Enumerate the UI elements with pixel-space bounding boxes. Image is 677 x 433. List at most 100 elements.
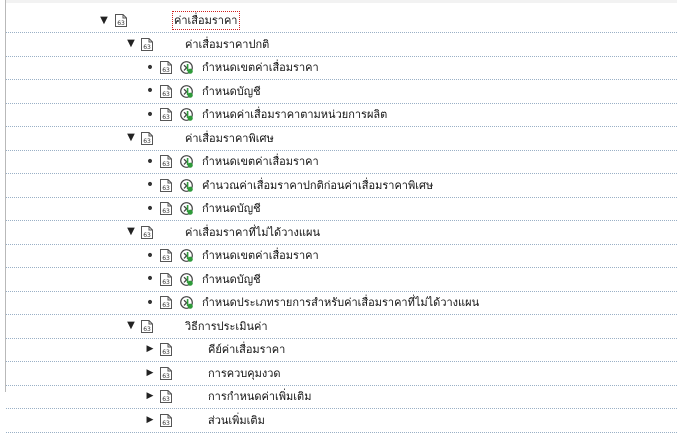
tree-node[interactable]: • 63 กำหนดบัญชี (6, 269, 677, 292)
tree-node[interactable]: ▼ 63 ค่าเสื่อมราคา (6, 10, 677, 33)
tree-node[interactable]: • 63 กำหนดเขตค่าเสื่อมราคา (6, 245, 677, 268)
document-folder-icon: 63 (159, 178, 174, 193)
tree-node-label[interactable]: ค่าเสื่อมราคาปกติ (185, 34, 269, 55)
bullet-icon: • (145, 177, 155, 193)
tree-node-label[interactable]: การกำหนดค่าเพิ่มเติม (208, 386, 311, 407)
svg-text:63: 63 (162, 279, 170, 286)
execute-activity-icon[interactable] (179, 84, 194, 99)
bullet-icon: • (145, 83, 155, 99)
svg-text:63: 63 (143, 44, 151, 51)
tree-node-label[interactable]: คีย์ค่าเสื่อมราคา (208, 339, 285, 360)
tree-node-label[interactable]: ค่าเสื่อมราคา (172, 11, 240, 30)
bullet-icon: • (145, 59, 155, 76)
execute-activity-icon[interactable] (179, 201, 194, 216)
tree-node-label[interactable]: ส่วนเพิ่มเติม (208, 410, 265, 431)
execute-activity-icon[interactable] (179, 272, 194, 287)
document-folder-icon: 63 (159, 413, 174, 428)
execute-activity-icon[interactable] (179, 248, 194, 263)
bullet-icon: • (145, 271, 155, 287)
document-folder-icon: 63 (114, 13, 129, 28)
tree-node[interactable]: • 63 กำหนดค่าเสื่อมราคาตามหน่วยการผลิต (6, 104, 677, 127)
expand-triangle-icon[interactable]: ▼ (125, 34, 137, 55)
execute-activity-icon[interactable] (179, 295, 194, 310)
tree-node-label[interactable]: ค่าเสื่อมราคาพิเศษ (185, 128, 274, 149)
tree-node[interactable]: • 63 กำหนดบัญชี (6, 81, 677, 104)
tree-node[interactable]: ▶ 63 การควบคุมงวด (6, 363, 677, 386)
tree-node[interactable]: • 63 คำนวณค่าเสื่อมราคาปกติก่อนค่าเสื่อมรา… (6, 175, 677, 198)
img-tree: ▼ 63 ค่าเสื่อมราคา ▼ 63 ค่าเสื่อมราคาปกติ • 63 ก… (0, 0, 677, 433)
bullet-icon: • (145, 247, 155, 264)
document-folder-icon: 63 (159, 272, 174, 287)
tree-node-label[interactable]: กำหนดประเภทรายการสำหรับค่าเสื่อมราคาที่ไ… (202, 292, 479, 313)
document-folder-icon: 63 (159, 295, 174, 310)
tree-node[interactable]: ▼ 63 วิธีการประเมินค่า (6, 316, 677, 339)
document-folder-icon: 63 (140, 319, 155, 334)
tree-node-label[interactable]: คำนวณค่าเสื่อมราคาปกติก่อนค่าเสื่อมราคาพ… (202, 175, 433, 196)
svg-text:63: 63 (162, 208, 170, 215)
tree-node-label[interactable]: การควบคุมงวด (208, 363, 281, 384)
svg-text:63: 63 (162, 114, 170, 121)
bullet-icon: • (145, 200, 155, 217)
svg-text:63: 63 (162, 185, 170, 192)
execute-activity-icon[interactable] (179, 107, 194, 122)
execute-activity-icon[interactable] (179, 178, 194, 193)
document-folder-icon: 63 (159, 107, 174, 122)
document-folder-icon: 63 (159, 248, 174, 263)
document-folder-icon: 63 (159, 342, 174, 357)
svg-text:63: 63 (162, 302, 170, 309)
svg-text:63: 63 (162, 255, 170, 262)
tree-node[interactable]: ▶ 63 การกำหนดค่าเพิ่มเติม (6, 386, 677, 409)
tree-node-label[interactable]: กำหนดบัญชี (202, 198, 261, 219)
document-folder-icon: 63 (159, 389, 174, 404)
document-folder-icon: 63 (159, 154, 174, 169)
tree-node-label[interactable]: กำหนดเขตค่าเสื่อมราคา (202, 151, 319, 172)
tree-node[interactable]: ▶ 63 ส่วนเพิ่มเติม (6, 410, 677, 433)
svg-text:63: 63 (162, 91, 170, 98)
tree-node[interactable]: • 63 กำหนดบัญชี (6, 198, 677, 221)
tree-node-label[interactable]: ค่าเสื่อมราคาที่ไม่ได้วางแผน (185, 222, 320, 243)
expand-triangle-icon[interactable]: ▼ (125, 316, 137, 337)
bullet-icon: • (145, 294, 155, 311)
svg-text:63: 63 (162, 420, 170, 427)
tree-node-label[interactable]: กำหนดบัญชี (202, 269, 261, 290)
svg-text:63: 63 (162, 67, 170, 74)
tree-node[interactable]: ▼ 63 ค่าเสื่อมราคาที่ไม่ได้วางแผน (6, 222, 677, 245)
tree-node[interactable]: • 63 กำหนดเขตค่าเสื่อมราคา (6, 151, 677, 174)
document-folder-icon: 63 (140, 37, 155, 52)
tree-node[interactable]: ▼ 63 ค่าเสื่อมราคาพิเศษ (6, 128, 677, 151)
svg-text:63: 63 (143, 326, 151, 333)
collapse-triangle-icon[interactable]: ▶ (144, 386, 156, 407)
document-folder-icon: 63 (159, 366, 174, 381)
tree-node-label[interactable]: กำหนดเขตค่าเสื่อมราคา (202, 245, 319, 266)
expand-triangle-icon[interactable]: ▼ (125, 222, 137, 243)
tree-node-label[interactable]: วิธีการประเมินค่า (185, 316, 268, 337)
bullet-icon: • (145, 153, 155, 170)
collapse-triangle-icon[interactable]: ▶ (144, 339, 156, 360)
collapse-triangle-icon[interactable]: ▶ (144, 363, 156, 384)
document-folder-icon: 63 (159, 60, 174, 75)
document-folder-icon: 63 (159, 84, 174, 99)
execute-activity-icon[interactable] (179, 154, 194, 169)
svg-text:63: 63 (162, 373, 170, 380)
tree-node[interactable]: • 63 กำหนดเขตค่าเสื่อมราคา (6, 57, 677, 80)
tree-node[interactable]: ▶ 63 คีย์ค่าเสื่อมราคา (6, 339, 677, 362)
svg-text:63: 63 (143, 138, 151, 145)
expand-triangle-icon[interactable]: ▼ (98, 10, 110, 31)
execute-activity-icon[interactable] (179, 60, 194, 75)
document-folder-icon: 63 (159, 201, 174, 216)
tree-node[interactable]: • 63 กำหนดประเภทรายการสำหรับค่าเสื่อมราคาท… (6, 292, 677, 315)
document-folder-icon: 63 (140, 225, 155, 240)
expand-triangle-icon[interactable]: ▼ (125, 128, 137, 149)
svg-text:63: 63 (162, 161, 170, 168)
svg-text:63: 63 (143, 232, 151, 239)
tree-node[interactable]: ▼ 63 ค่าเสื่อมราคาปกติ (6, 34, 677, 57)
bullet-icon: • (145, 106, 155, 123)
tree-node-label[interactable]: กำหนดค่าเสื่อมราคาตามหน่วยการผลิต (202, 104, 387, 125)
tree-node-label[interactable]: กำหนดบัญชี (202, 81, 261, 102)
collapse-triangle-icon[interactable]: ▶ (144, 410, 156, 431)
tree-node-label[interactable]: กำหนดเขตค่าเสื่อมราคา (202, 57, 319, 78)
document-folder-icon: 63 (140, 131, 155, 146)
svg-text:63: 63 (162, 396, 170, 403)
svg-text:63: 63 (162, 349, 170, 356)
svg-text:63: 63 (117, 20, 125, 27)
